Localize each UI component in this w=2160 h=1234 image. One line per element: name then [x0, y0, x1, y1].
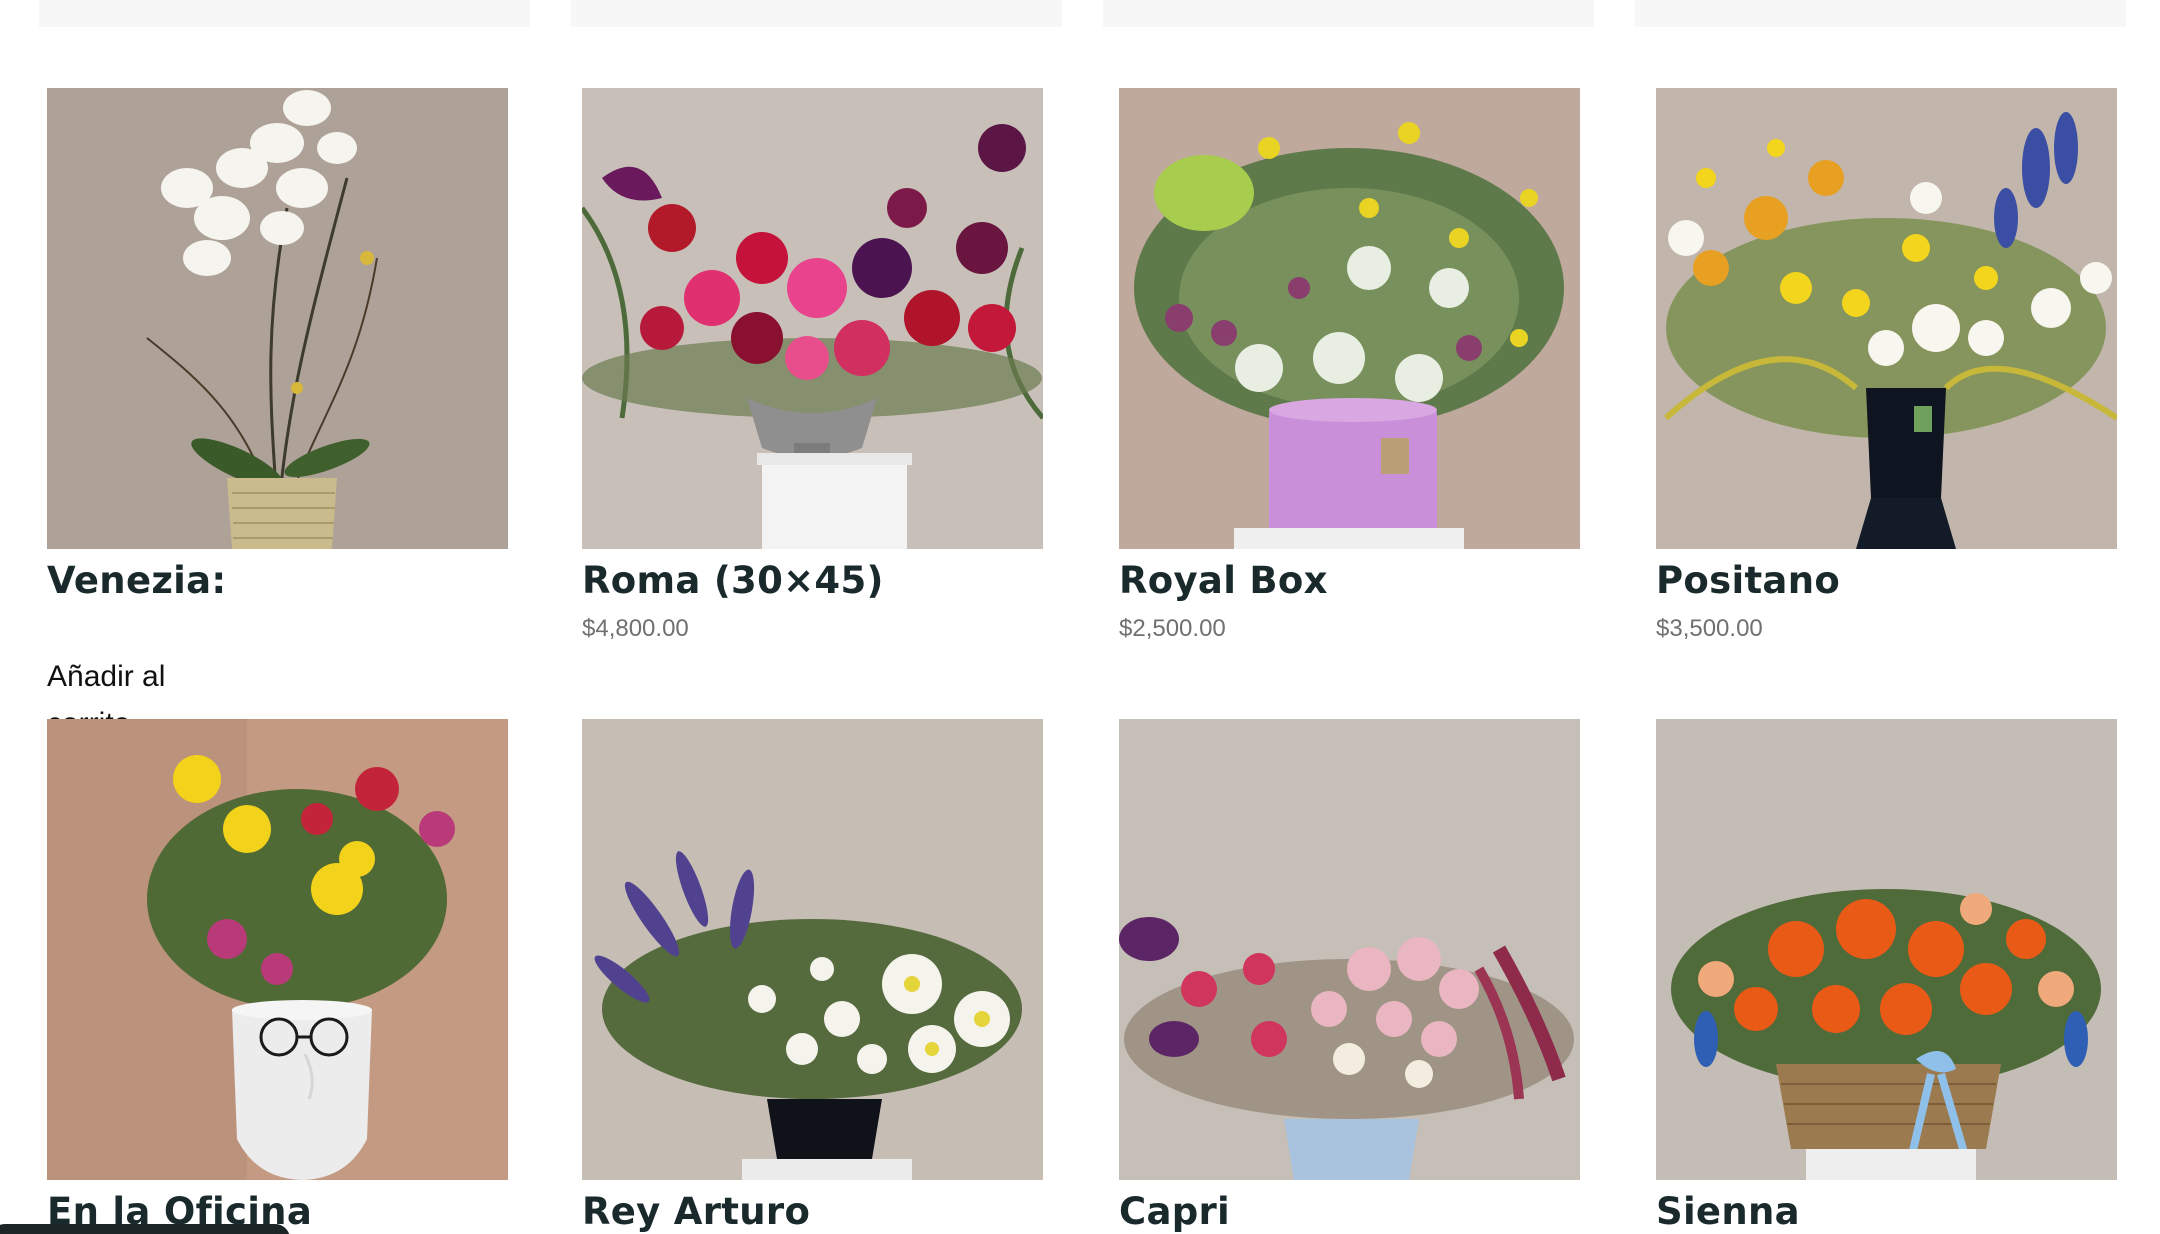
product-image[interactable]	[1656, 719, 2117, 1180]
product-image[interactable]	[1119, 88, 1580, 549]
product-title[interactable]: Positano	[1656, 559, 2117, 603]
product-card-positano: Positano $3,500.00	[1656, 88, 2117, 643]
product-title[interactable]: Venezia:	[47, 559, 508, 603]
product-image[interactable]	[582, 719, 1043, 1180]
product-price: $3,500.00	[1656, 615, 1763, 643]
product-image[interactable]	[1656, 88, 2117, 549]
floating-widget[interactable]	[0, 1224, 290, 1234]
product-card-en-la-oficina: En la Oficina	[47, 719, 508, 1234]
previous-row-strip	[1103, 0, 1594, 27]
product-image[interactable]	[47, 88, 508, 549]
product-title[interactable]: Royal Box	[1119, 559, 1580, 603]
product-card-rey-arturo: Rey Arturo	[582, 719, 1043, 1234]
product-title[interactable]: Rey Arturo	[582, 1190, 1043, 1234]
product-card-royal-box: Royal Box $2,500.00	[1119, 88, 1580, 643]
product-image[interactable]	[1119, 719, 1580, 1180]
product-card-sienna: Sienna	[1656, 719, 2117, 1234]
product-price: $4,800.00	[582, 615, 689, 643]
previous-row-strip	[571, 0, 1062, 27]
product-card-capri: Capri	[1119, 719, 1580, 1234]
product-price: $2,500.00	[1119, 615, 1226, 643]
product-title[interactable]: Capri	[1119, 1190, 1580, 1234]
previous-row-strip	[39, 0, 530, 27]
product-card-roma: Roma (30×45) $4,800.00	[582, 88, 1043, 643]
product-grid-page: Venezia: Añadir al carrito	[0, 0, 2160, 1234]
product-image[interactable]	[582, 88, 1043, 549]
previous-row-strip	[1635, 0, 2126, 27]
product-image[interactable]	[47, 719, 508, 1180]
product-title[interactable]: Sienna	[1656, 1190, 2117, 1234]
product-title[interactable]: Roma (30×45)	[582, 559, 1043, 603]
product-card-venezia: Venezia: Añadir al carrito	[47, 88, 508, 740]
